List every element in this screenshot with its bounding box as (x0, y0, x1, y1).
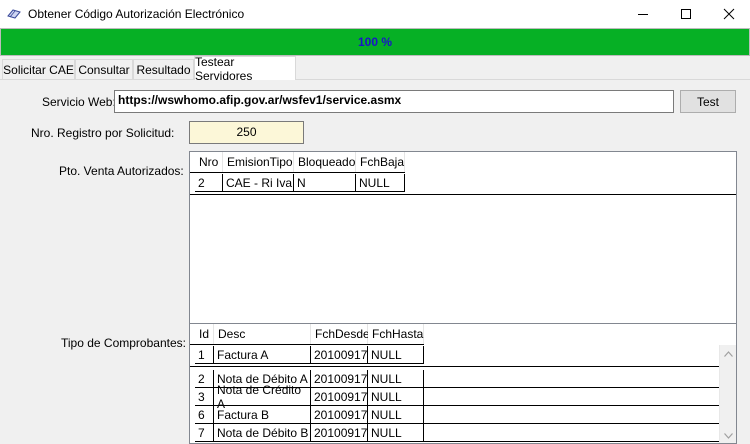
tab-testear-servidores[interactable]: Testear Servidores (194, 55, 296, 83)
table-cell: 3 (195, 388, 214, 406)
tab-strip: Solicitar CAE Consultar Resultado Testea… (0, 55, 750, 83)
registro-label: Nro. Registro por Solicitud: (31, 126, 175, 140)
table-cell: 20100917 (311, 370, 368, 388)
chevron-down-icon (724, 432, 733, 439)
minimize-button[interactable] (626, 0, 660, 28)
row-separator (190, 366, 720, 367)
chevron-up-icon (724, 350, 733, 357)
comprobantes-label: Tipo de Comprobantes: (61, 336, 186, 350)
table-cell: 2 (195, 370, 214, 388)
ptoventa-label: Pto. Venta Autorizados: (59, 164, 184, 178)
tab-panel: Servicio Web: https://wswhomo.afip.gov.a… (0, 80, 750, 444)
column-header[interactable]: Bloqueado (294, 152, 356, 172)
table-cell: 2 (195, 174, 223, 192)
table-cell: 20100917 (311, 388, 368, 406)
close-button[interactable] (712, 0, 746, 28)
tab-consultar[interactable]: Consultar (75, 59, 133, 80)
service-label: Servicio Web: (42, 95, 116, 109)
progress-text: 100 % (357, 35, 393, 49)
table-cell: NULL (356, 174, 405, 192)
row-separator (424, 441, 720, 442)
tab-resultado[interactable]: Resultado (133, 59, 194, 80)
table-cell: Factura B (214, 406, 311, 424)
table-cell: 20100917 (311, 424, 368, 442)
column-header[interactable]: EmisionTipo (223, 152, 294, 172)
column-header[interactable]: FchBaja (356, 152, 405, 172)
table-cell: NULL (368, 370, 424, 388)
scroll-up-button[interactable] (720, 345, 736, 362)
column-header[interactable]: FchHasta (368, 324, 424, 344)
row-separator (424, 423, 720, 424)
vertical-scrollbar[interactable] (719, 345, 736, 443)
minimize-icon (638, 14, 648, 15)
row-separator (190, 194, 736, 195)
table-cell: 7 (195, 424, 214, 442)
table-cell: NULL (368, 406, 424, 424)
row-separator (190, 172, 405, 173)
table-cell: Factura A (214, 346, 311, 364)
progress-bar: 100 % (0, 28, 750, 56)
maximize-button[interactable] (669, 0, 703, 28)
title-bar: Obtener Código Autorización Electrónico (0, 0, 750, 28)
table-cell: 20100917 (311, 406, 368, 424)
window-title: Obtener Código Autorización Electrónico (28, 7, 245, 21)
column-header[interactable]: FchDesde (311, 324, 370, 344)
column-header[interactable]: Id (195, 324, 214, 344)
table-cell: N (294, 174, 356, 192)
table-cell: NULL (368, 388, 424, 406)
test-button[interactable]: Test (680, 90, 736, 113)
table-cell: Nota de Débito B (214, 424, 311, 442)
table-cell: 20100917 (311, 346, 368, 364)
comprobantes-grid[interactable]: Id Desc FchDesde FchHasta 1 Factura A 20… (189, 323, 737, 444)
table-cell: CAE - Ri Iva (223, 174, 294, 192)
registro-field[interactable]: 250 (189, 121, 304, 144)
table-cell: Nota de Crédito A (214, 383, 311, 411)
maximize-icon (681, 9, 691, 19)
ptoventa-grid[interactable]: Nro EmisionTipo Bloqueado FchBaja 2 CAE … (189, 151, 737, 344)
column-header[interactable]: Desc (214, 324, 311, 344)
row-separator (424, 405, 720, 406)
table-cell: NULL (368, 346, 424, 364)
column-header[interactable]: Nro (195, 152, 223, 172)
row-separator (424, 387, 720, 388)
table-cell: NULL (368, 424, 424, 442)
row-separator (190, 344, 424, 345)
close-icon (723, 8, 735, 20)
app-icon (7, 8, 21, 20)
table-cell: 6 (195, 406, 214, 424)
tab-solicitar-cae[interactable]: Solicitar CAE (2, 59, 75, 80)
scroll-down-button[interactable] (720, 427, 736, 443)
service-url-field[interactable]: https://wswhomo.afip.gov.ar/wsfev1/servi… (114, 90, 674, 113)
table-cell: 1 (195, 346, 214, 364)
